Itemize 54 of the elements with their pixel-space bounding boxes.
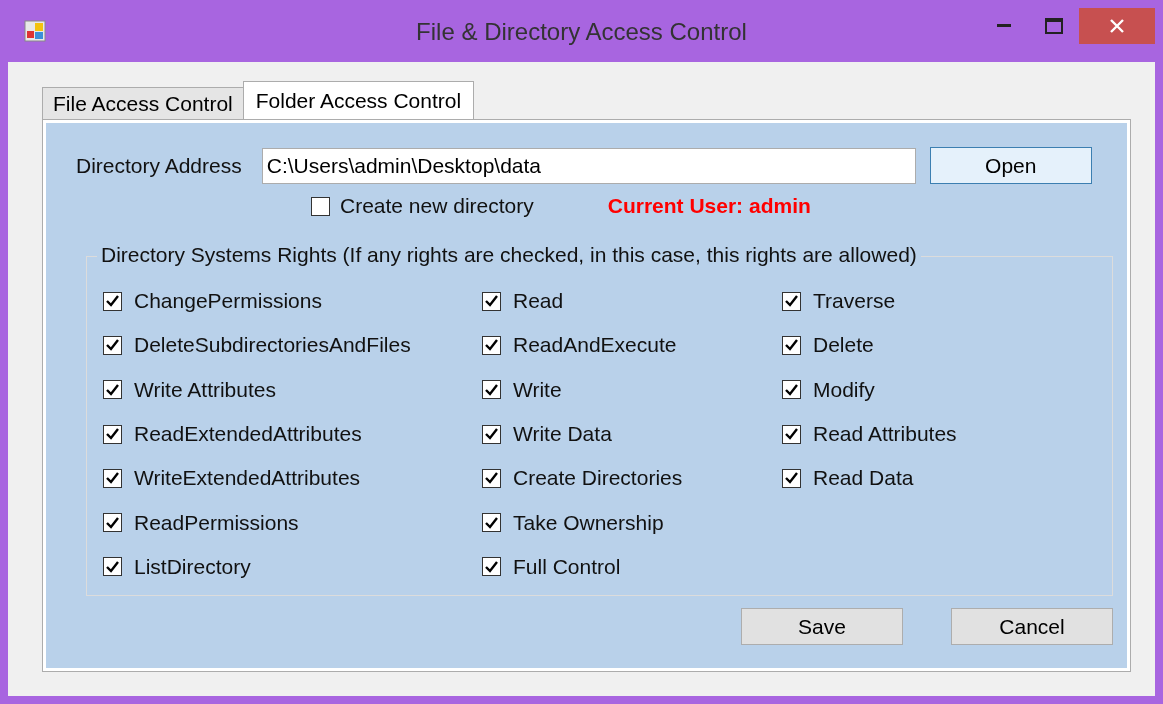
dialog-button[interactable]: Cancel — [951, 608, 1113, 646]
checkbox-label: Full Control — [513, 554, 621, 579]
checkbox[interactable] — [782, 468, 801, 488]
checkbox[interactable] — [311, 196, 330, 216]
checkbox[interactable] — [103, 424, 122, 444]
checkbox-label: Take Ownership — [513, 510, 664, 535]
checkbox[interactable] — [482, 335, 501, 355]
checkbox[interactable] — [782, 291, 801, 311]
dialog-button[interactable]: Save — [741, 608, 903, 646]
checkbox[interactable] — [482, 380, 501, 400]
checkbox[interactable] — [782, 335, 801, 355]
checkbox[interactable] — [103, 557, 122, 577]
tab[interactable]: File Access Control — [42, 87, 244, 119]
checkbox[interactable] — [782, 380, 801, 400]
checkbox[interactable] — [482, 468, 501, 488]
checkbox-label: Create new directory — [340, 194, 534, 218]
checkbox-label: Write Attributes — [134, 377, 276, 402]
checkbox-label: ChangePermissions — [134, 289, 322, 314]
checkbox-label: Modify — [813, 377, 875, 402]
checkbox-label: Read Attributes — [813, 422, 957, 447]
tab[interactable]: Folder Access Control — [242, 81, 475, 119]
window-title: File & Directory Access Control — [416, 18, 747, 45]
minimize-icon[interactable] — [997, 24, 1011, 28]
checkbox[interactable] — [482, 291, 501, 311]
field-label: Directory Address — [76, 153, 242, 178]
close-icon — [1110, 19, 1124, 33]
maximize-icon[interactable] — [1045, 18, 1063, 34]
directory-input-field[interactable]: C:\Users\admin\Desktop\data — [261, 147, 916, 184]
checkbox[interactable] — [482, 513, 501, 533]
checkbox[interactable] — [482, 557, 501, 577]
checkbox[interactable] — [103, 380, 122, 400]
checkbox[interactable] — [103, 513, 122, 533]
checkbox[interactable] — [103, 291, 122, 311]
checkbox-label: ReadAndExecute — [513, 333, 677, 358]
app-icon — [24, 20, 46, 42]
checkbox-label: WriteExtendedAttributes — [134, 466, 361, 491]
open-button[interactable]: Open — [929, 147, 1092, 184]
checkbox[interactable] — [103, 335, 122, 355]
checkbox-label: ListDirectory — [134, 554, 251, 579]
checkbox-label: ReadExtendedAttributes — [134, 422, 362, 447]
checkbox-label: Write Data — [513, 422, 612, 447]
checkbox[interactable] — [782, 424, 801, 444]
close-button[interactable] — [1079, 8, 1155, 44]
checkbox-label: Create Directories — [513, 466, 683, 491]
checkbox-label: Write — [513, 377, 562, 402]
checkbox[interactable] — [482, 424, 501, 444]
checkbox[interactable] — [103, 468, 122, 488]
checkbox-label: Traverse — [813, 289, 896, 314]
checkbox-label: Read Data — [813, 466, 914, 491]
checkbox-label: ReadPermissions — [134, 510, 299, 535]
current-user-text: Current User: admin — [607, 194, 811, 218]
checkbox-label: DeleteSubdirectoriesAndFiles — [134, 333, 411, 358]
checkbox-label: Delete — [813, 333, 874, 358]
checkbox-label: Read — [513, 289, 564, 314]
